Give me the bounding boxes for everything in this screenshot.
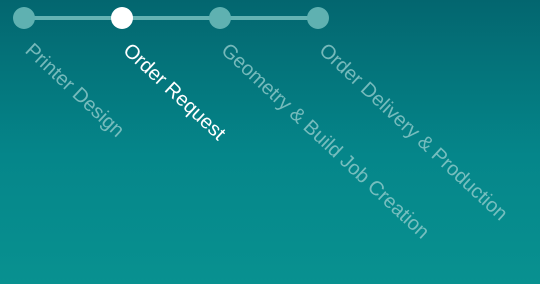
step-label-printer-design[interactable]: Printer Design [21,39,129,142]
step-dot-geometry-build-job-creation[interactable] [209,7,231,29]
stepper-track [24,16,318,20]
step-dot-order-request[interactable] [111,7,133,29]
progress-stepper: Printer Design Order Request Geometry & … [0,0,540,284]
step-dot-order-delivery-production[interactable] [307,7,329,29]
step-label-order-delivery-production[interactable]: Order Delivery & Production [315,39,512,225]
step-dot-printer-design[interactable] [13,7,35,29]
step-label-geometry-build-job-creation[interactable]: Geometry & Build Job Creation [217,39,434,243]
step-label-order-request[interactable]: Order Request [119,39,230,145]
